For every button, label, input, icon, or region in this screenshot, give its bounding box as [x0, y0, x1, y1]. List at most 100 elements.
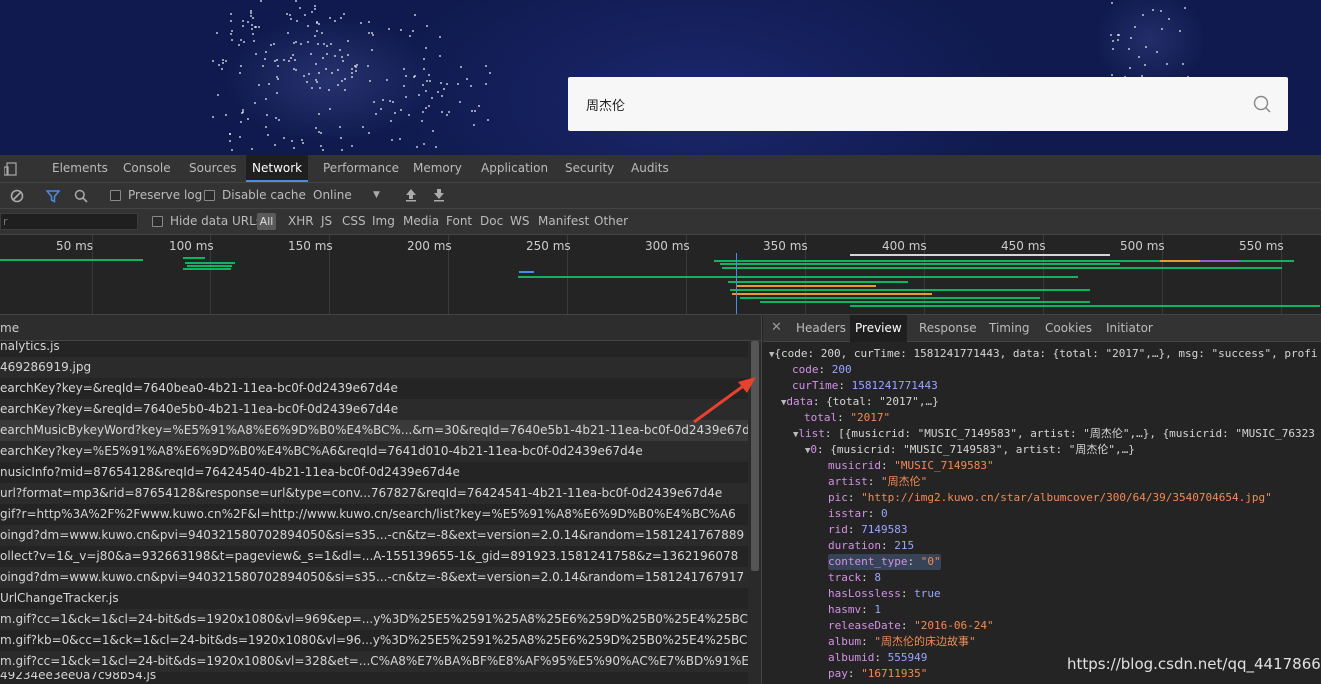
request-row[interactable]: oingd?dm=www.kuwo.cn&pvi=940321580702894… [0, 525, 748, 546]
star [229, 140, 231, 142]
star [405, 96, 407, 98]
hide-data-urls-checkbox[interactable] [152, 216, 163, 227]
device-toggle-icon[interactable] [4, 162, 20, 176]
filter-doc[interactable]: Doc [480, 209, 503, 234]
request-row[interactable]: gif?r=http%3A%2F%2Fwww.kuwo.cn%2F&l=http… [0, 504, 748, 525]
request-row[interactable]: url?format=mp3&rid=87654128&response=url… [0, 483, 748, 504]
star [243, 41, 245, 43]
star [459, 101, 461, 103]
star [439, 36, 441, 38]
star [1160, 10, 1162, 12]
star [323, 43, 325, 45]
request-row[interactable]: m.gif?cc=1&ck=1&cl=24-bit&ds=1920x1080&v… [0, 609, 748, 630]
preserve-log-checkbox[interactable] [110, 190, 121, 201]
tab-sources[interactable]: Sources [183, 155, 242, 182]
filter-xhr[interactable]: XHR [288, 209, 314, 234]
star [299, 7, 301, 9]
star [388, 28, 390, 30]
tab-console[interactable]: Console [117, 155, 177, 182]
filter-manifest[interactable]: Manifest [538, 209, 589, 234]
star [340, 17, 342, 19]
star [1117, 39, 1119, 41]
filter-icon[interactable] [46, 189, 60, 203]
star [254, 102, 256, 104]
star [301, 139, 303, 141]
search-icon[interactable] [1252, 94, 1272, 114]
star [334, 55, 336, 57]
timeline-tick: 250 ms [526, 239, 571, 253]
star [1130, 37, 1132, 39]
star [380, 108, 382, 110]
request-row[interactable]: m.gif?kb=0&cc=1&ck=1&cl=24-bit&ds=1920x1… [0, 630, 748, 651]
request-row[interactable]: earchMusicBykeyWord?key=%E5%91%A8%E6%9D%… [0, 420, 748, 441]
star [328, 89, 330, 91]
filter-font[interactable]: Font [446, 209, 472, 234]
star [307, 25, 309, 27]
filter-all-button[interactable]: All [257, 213, 276, 230]
tab-security[interactable]: Security [559, 155, 620, 182]
throttling-select[interactable]: Online [313, 183, 352, 208]
star [446, 83, 448, 85]
tab-cookies[interactable]: Cookies [1040, 315, 1097, 342]
request-row[interactable]: UrlChangeTracker.js [0, 588, 748, 609]
disable-cache-label: Disable cache [222, 188, 306, 202]
json-field: isstar: 0 [828, 507, 888, 520]
filter-css[interactable]: CSS [342, 209, 366, 234]
request-row[interactable]: earchKey?key=&reqId=7640bea0-4b21-11ea-b… [0, 378, 748, 399]
tab-preview[interactable]: Preview [850, 315, 907, 342]
tab-network[interactable]: Network [246, 155, 309, 182]
tab-initiator[interactable]: Initiator [1101, 315, 1158, 342]
tab-timing[interactable]: Timing [984, 315, 1035, 342]
star [474, 110, 476, 112]
filter-ws[interactable]: WS [510, 209, 529, 234]
request-list: me nalytics.js 49234ee3ee0a7c98b54.js 46… [0, 315, 762, 684]
request-row[interactable]: nusicInfo?mid=87654128&reqId=76424540-4b… [0, 462, 748, 483]
timeline-bar [518, 276, 1078, 278]
tab-audits[interactable]: Audits [625, 155, 675, 182]
filter-other[interactable]: Other [594, 209, 628, 234]
json-list-node[interactable]: ▼list: [{musicrid: "MUSIC_7149583", arti… [793, 426, 1315, 442]
star [276, 76, 278, 78]
star [414, 75, 416, 77]
export-har-icon[interactable] [433, 188, 445, 202]
filter-input[interactable] [0, 213, 138, 230]
tab-memory[interactable]: Memory [407, 155, 468, 182]
filter-media[interactable]: Media [403, 209, 439, 234]
search-network-icon[interactable] [74, 189, 88, 203]
filter-js[interactable]: JS [321, 209, 332, 234]
close-icon[interactable]: ✕ [771, 320, 782, 335]
chevron-down-icon[interactable]: ▼ [373, 183, 380, 208]
request-row[interactable]: ollect?v=1&_v=j80&a=932663198&t=pageview… [0, 546, 748, 567]
request-row[interactable]: earchKey?key=%E5%91%A8%E6%9D%B0%E4%BC%A6… [0, 441, 748, 462]
filter-img[interactable]: Img [372, 209, 395, 234]
star [306, 81, 308, 83]
timeline-tick: 100 ms [169, 239, 214, 253]
request-row[interactable]: oingd?dm=www.kuwo.cn&pvi=940321580702894… [0, 567, 748, 588]
star [1129, 67, 1131, 69]
request-row[interactable]: m.gif?cc=1&ck=1&cl=24-bit&ds=1920x1080&v… [0, 651, 748, 672]
star [231, 39, 233, 41]
request-row[interactable]: 469286919.jpg [0, 357, 748, 378]
star [315, 79, 317, 81]
json-field: hasmv: 1 [828, 603, 881, 616]
import-har-icon[interactable] [405, 188, 417, 202]
request-row[interactable]: earchKey?key=&reqId=7640e5b0-4b21-11ea-b… [0, 399, 748, 420]
json-root-node[interactable]: ▼{code: 200, curTime: 1581241771443, dat… [769, 346, 1317, 362]
tab-headers[interactable]: Headers [791, 315, 851, 342]
annotation-arrow [693, 377, 756, 424]
disable-cache-checkbox[interactable] [204, 190, 215, 201]
star [1112, 40, 1114, 42]
json-item-node[interactable]: ▼0: {musicrid: "MUSIC_7149583", artist: … [805, 442, 1135, 458]
clear-icon[interactable] [10, 189, 24, 203]
request-row[interactable]: nalytics.js [0, 341, 748, 357]
star [231, 30, 233, 32]
search-input[interactable]: 周杰伦 [568, 77, 1288, 131]
tab-performance[interactable]: Performance [317, 155, 405, 182]
name-column-header[interactable]: me [0, 321, 19, 335]
tab-response[interactable]: Response [914, 315, 982, 342]
tab-application[interactable]: Application [475, 155, 554, 182]
json-data-node[interactable]: ▼data: {total: "2017",…} [781, 394, 939, 410]
network-overview-timeline[interactable]: 50 ms 100 ms 150 ms 200 ms 250 ms 300 ms… [0, 235, 1321, 315]
star [339, 49, 341, 51]
tab-elements[interactable]: Elements [46, 155, 114, 182]
